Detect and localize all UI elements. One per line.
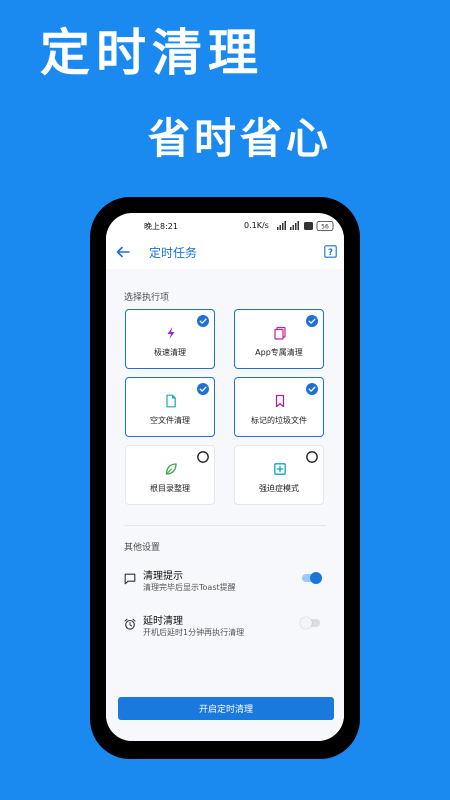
setting-title: 清理提示 bbox=[143, 571, 183, 582]
option-card-root-organize[interactable]: 根目录整理 bbox=[125, 445, 215, 505]
toggle-switch[interactable] bbox=[298, 572, 322, 584]
promo-subtitle: 省时省心 bbox=[148, 114, 333, 163]
option-label: 标记的垃圾文件 bbox=[251, 416, 307, 425]
status-bar: 晚上8:21 0.1K/s 56 bbox=[106, 219, 344, 233]
phone-screen: 晚上8:21 0.1K/s 56 定时任务 ? 选择执行项 极速清理 App专属… bbox=[106, 213, 344, 741]
signal-battery-icon: 56 bbox=[277, 221, 334, 231]
back-arrow-icon[interactable] bbox=[115, 244, 131, 260]
setting-description: 清理完毕后显示Toast提醒 bbox=[143, 583, 236, 592]
help-icon[interactable]: ? bbox=[324, 245, 337, 258]
setting-row-clean-toast[interactable]: 清理提示 清理完毕后显示Toast提醒 bbox=[106, 566, 344, 610]
option-label: App专属清理 bbox=[255, 348, 303, 357]
start-scheduled-clean-button[interactable]: 开启定时清理 bbox=[118, 697, 334, 720]
status-time: 晚上8:21 bbox=[144, 222, 178, 231]
leaf-icon bbox=[165, 463, 177, 475]
option-card-empty-file-clean[interactable]: 空文件清理 bbox=[125, 377, 215, 437]
toggle-thumb bbox=[300, 617, 312, 629]
lightning-icon bbox=[167, 327, 175, 339]
page-title: 定时任务 bbox=[149, 246, 198, 260]
section-divider bbox=[124, 525, 326, 526]
section-label-other: 其他设置 bbox=[124, 543, 161, 553]
check-circle-icon[interactable] bbox=[197, 383, 209, 395]
plus-square-icon bbox=[274, 463, 286, 475]
section-label-execution: 选择执行项 bbox=[124, 293, 170, 303]
toggle-switch[interactable] bbox=[298, 617, 322, 629]
file-icon bbox=[166, 394, 176, 408]
option-label: 空文件清理 bbox=[150, 416, 190, 425]
setting-row-delay-clean[interactable]: 延时清理 开机后延时1分钟再执行清理 bbox=[106, 611, 344, 655]
check-circle-icon[interactable] bbox=[306, 383, 318, 395]
network-speed: 0.1K/s bbox=[244, 221, 269, 230]
message-icon bbox=[124, 573, 136, 585]
check-circle-icon[interactable] bbox=[306, 315, 318, 327]
toggle-thumb bbox=[310, 572, 322, 584]
option-label: 极速清理 bbox=[154, 348, 186, 357]
battery-level: 56 bbox=[321, 224, 329, 231]
app-header: 定时任务 ? bbox=[106, 235, 344, 269]
radio-empty-icon[interactable] bbox=[306, 451, 318, 463]
bookmark-icon bbox=[275, 394, 285, 408]
content-area: 选择执行项 极速清理 App专属清理 空文件清理 标记的垃圾文件 根目录整理 强… bbox=[106, 269, 344, 741]
setting-description: 开机后延时1分钟再执行清理 bbox=[143, 628, 245, 637]
radio-empty-icon[interactable] bbox=[197, 451, 209, 463]
app-pages-icon bbox=[274, 326, 286, 340]
option-label: 强迫症模式 bbox=[259, 484, 299, 493]
alarm-clock-icon bbox=[124, 618, 136, 630]
option-card-quick-clean[interactable]: 极速清理 bbox=[125, 309, 215, 369]
option-card-app-clean[interactable]: App专属清理 bbox=[234, 309, 324, 369]
svg-text:?: ? bbox=[328, 248, 333, 258]
option-label: 根目录整理 bbox=[150, 484, 190, 493]
setting-title: 延时清理 bbox=[143, 616, 183, 627]
check-circle-icon[interactable] bbox=[197, 315, 209, 327]
option-card-ocd-mode[interactable]: 强迫症模式 bbox=[234, 445, 324, 505]
promo-title: 定时清理 bbox=[40, 24, 264, 82]
option-card-marked-junk[interactable]: 标记的垃圾文件 bbox=[234, 377, 324, 437]
